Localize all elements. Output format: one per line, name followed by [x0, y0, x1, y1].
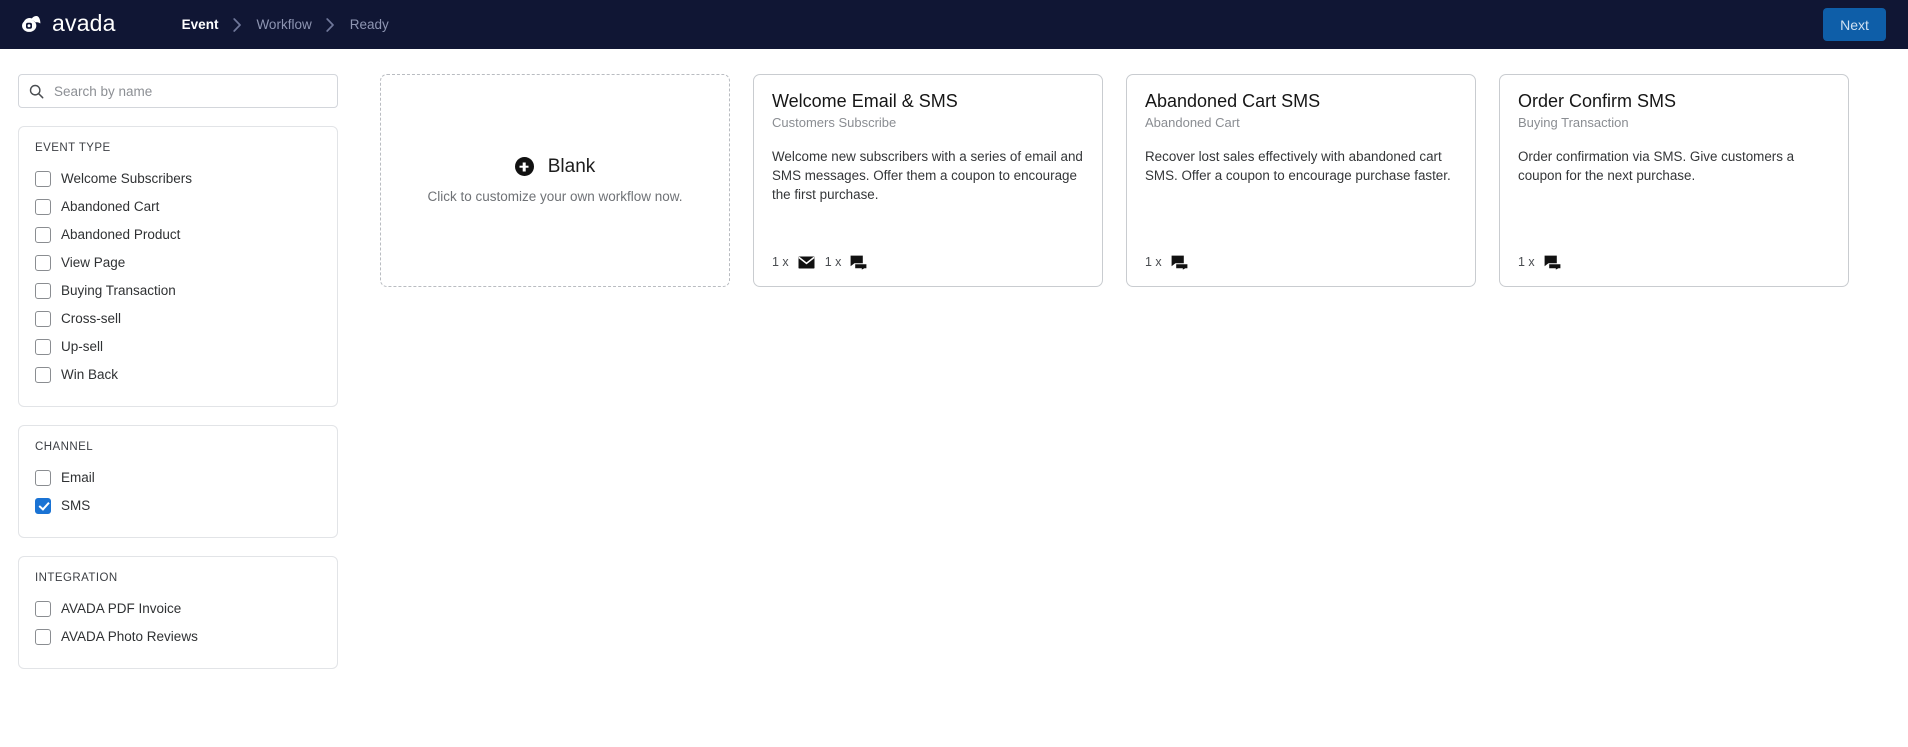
search-input[interactable] [54, 83, 327, 99]
filter-panel-channel: CHANNEL Email SMS [18, 425, 338, 538]
option-label: Buying Transaction [61, 283, 176, 299]
checkbox[interactable] [35, 171, 51, 187]
blank-workflow-card[interactable]: Blank Click to customize your own workfl… [380, 74, 730, 287]
step-count: 1 x [772, 255, 789, 270]
step-sms: 1 x [825, 255, 868, 270]
card-subtitle: Abandoned Cart [1145, 114, 1240, 130]
checkbox[interactable] [35, 339, 51, 355]
next-button[interactable]: Next [1823, 8, 1886, 41]
filter-option-win-back[interactable]: Win Back [35, 361, 321, 389]
template-card-welcome-email-sms[interactable]: Welcome Email & SMS Customers Subscribe … [753, 74, 1103, 287]
card-description: Recover lost sales effectively with aban… [1145, 148, 1451, 183]
filter-option-welcome-subscribers[interactable]: Welcome Subscribers [35, 165, 321, 193]
filter-option-sms[interactable]: SMS [35, 492, 321, 520]
blank-card-title: Blank [547, 156, 596, 177]
breadcrumb: Event Workflow Ready [180, 17, 391, 32]
sms-forum-icon [850, 255, 867, 270]
template-card-order-confirm-sms[interactable]: Order Confirm SMS Buying Transaction Ord… [1499, 74, 1849, 287]
card-description: Order confirmation via SMS. Give custome… [1518, 148, 1795, 183]
brand-logo[interactable]: avada [18, 11, 116, 38]
option-label: Welcome Subscribers [61, 171, 193, 187]
sms-forum-icon [1171, 255, 1188, 270]
option-label: Email [61, 470, 95, 486]
filter-option-cross-sell[interactable]: Cross-sell [35, 305, 321, 333]
option-label: Abandoned Product [61, 227, 181, 243]
filter-panel-integration: INTEGRATION AVADA PDF Invoice AVADA Phot… [18, 556, 338, 669]
panel-title: INTEGRATION [35, 572, 118, 584]
filter-option-abandoned-product[interactable]: Abandoned Product [35, 221, 321, 249]
option-label: Cross-sell [61, 311, 122, 327]
card-steps: 1 x 1 x [772, 255, 867, 270]
chevron-right-icon [220, 17, 254, 32]
filter-panel-event-type: EVENT TYPE Welcome Subscribers Abandoned… [18, 126, 338, 407]
checkbox[interactable] [35, 227, 51, 243]
chevron-right-icon [314, 17, 348, 32]
checkbox[interactable] [35, 629, 51, 645]
option-label: View Page [61, 255, 126, 271]
option-label: AVADA PDF Invoice [61, 601, 182, 617]
option-label: SMS [61, 498, 91, 514]
checkbox[interactable] [35, 601, 51, 617]
breadcrumb-item-event[interactable]: Event [180, 17, 221, 32]
step-sms: 1 x [1518, 255, 1561, 270]
option-label: Up-sell [61, 339, 104, 355]
template-gallery: Blank Click to customize your own workfl… [356, 49, 1849, 287]
checkbox-checked[interactable] [35, 498, 51, 514]
checkbox[interactable] [35, 255, 51, 271]
card-subtitle: Buying Transaction [1518, 114, 1629, 130]
filter-option-abandoned-cart[interactable]: Abandoned Cart [35, 193, 321, 221]
option-label: Win Back [61, 367, 119, 383]
template-card-abandoned-cart-sms[interactable]: Abandoned Cart SMS Abandoned Cart Recove… [1126, 74, 1476, 287]
checkbox[interactable] [35, 199, 51, 215]
filter-option-up-sell[interactable]: Up-sell [35, 333, 321, 361]
search-icon [29, 84, 44, 99]
filter-option-buying-transaction[interactable]: Buying Transaction [35, 277, 321, 305]
page-body: EVENT TYPE Welcome Subscribers Abandoned… [0, 49, 1908, 669]
filter-option-avada-photo-reviews[interactable]: AVADA Photo Reviews [35, 623, 321, 651]
checkbox[interactable] [35, 367, 51, 383]
card-subtitle: Customers Subscribe [772, 114, 897, 130]
card-title: Order Confirm SMS [1518, 91, 1677, 111]
filter-option-email[interactable]: Email [35, 464, 321, 492]
email-icon [798, 256, 815, 269]
panel-title: CHANNEL [35, 441, 94, 453]
plus-circle-icon [514, 157, 534, 176]
search-box[interactable] [18, 74, 338, 108]
checkbox[interactable] [35, 470, 51, 486]
sms-forum-icon [1544, 255, 1561, 270]
card-description: Welcome new subscribers with a series of… [772, 148, 1083, 202]
app-header: avada Event Workflow Ready Next [0, 0, 1908, 49]
panel-title: EVENT TYPE [35, 142, 111, 154]
card-steps: 1 x [1518, 255, 1561, 270]
breadcrumb-item-workflow[interactable]: Workflow [254, 17, 313, 32]
step-count: 1 x [1518, 255, 1535, 270]
card-title: Welcome Email & SMS [772, 91, 958, 111]
filter-option-avada-pdf-invoice[interactable]: AVADA PDF Invoice [35, 595, 321, 623]
breadcrumb-item-ready[interactable]: Ready [348, 17, 391, 32]
blank-card-heading: Blank [514, 156, 596, 177]
blank-card-subtitle: Click to customize your own workflow now… [427, 189, 683, 204]
step-count: 1 x [1145, 255, 1162, 270]
step-email: 1 x [772, 256, 815, 269]
option-label: Abandoned Cart [61, 199, 160, 215]
filters-sidebar: EVENT TYPE Welcome Subscribers Abandoned… [0, 49, 356, 669]
avada-cloud-logo-icon [18, 11, 45, 38]
step-sms: 1 x [1145, 255, 1188, 270]
step-count: 1 x [824, 255, 842, 270]
option-label: AVADA Photo Reviews [61, 629, 198, 645]
card-steps: 1 x [1145, 255, 1188, 270]
checkbox[interactable] [35, 311, 51, 327]
checkbox[interactable] [35, 283, 51, 299]
filter-option-view-page[interactable]: View Page [35, 249, 321, 277]
brand-name: avada [52, 10, 116, 36]
card-title: Abandoned Cart SMS [1145, 91, 1321, 111]
